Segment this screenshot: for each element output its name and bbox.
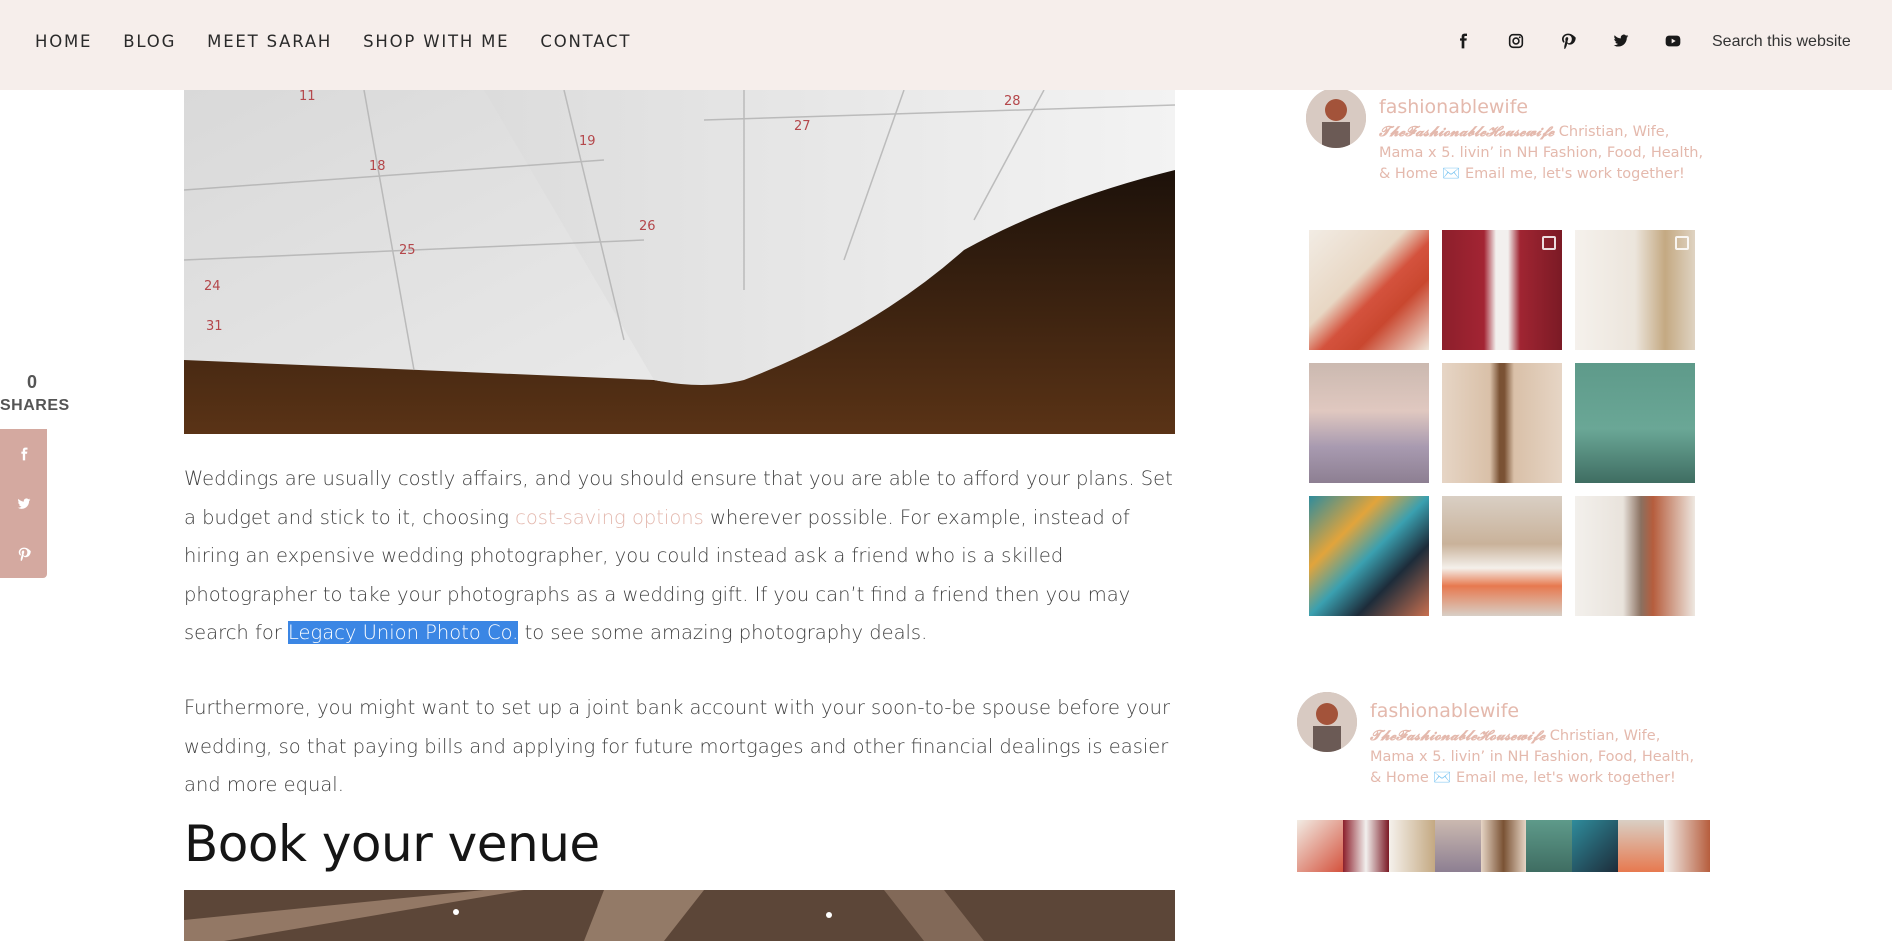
venue-image — [184, 890, 1175, 941]
facebook-icon[interactable] — [1437, 29, 1490, 53]
instagram-post[interactable] — [1342, 820, 1389, 872]
article-paragraph-bank-account: Furthermore, you might want to set up a … — [184, 696, 1171, 796]
pinterest-icon — [18, 547, 31, 561]
nav-meet-sarah[interactable]: MEET SARAH — [207, 32, 332, 51]
share-pinterest-button[interactable] — [0, 529, 47, 578]
instagram-post[interactable] — [1572, 820, 1619, 872]
share-facebook-button[interactable] — [0, 429, 47, 479]
nav-shop-with-me[interactable]: SHOP WITH ME — [363, 32, 509, 51]
section-heading: Book your venue — [184, 815, 600, 873]
instagram-post[interactable] — [1575, 363, 1695, 483]
svg-text:18: 18 — [369, 159, 386, 174]
avatar[interactable] — [1297, 692, 1357, 752]
nav-blog[interactable]: BLOG — [123, 32, 176, 51]
instagram-username[interactable]: fashionablewife — [1370, 700, 1700, 722]
multi-image-icon — [1542, 236, 1556, 250]
multi-image-icon — [1675, 236, 1689, 250]
instagram-icon[interactable] — [1490, 29, 1543, 53]
search-input[interactable]: Search this website — [1700, 24, 1850, 60]
instagram-post[interactable] — [1526, 820, 1573, 872]
article-paragraph-budget: Weddings are usually costly affairs, and… — [184, 460, 1180, 653]
paragraph-text: to see some amazing photography deals. — [518, 621, 928, 644]
twitter-icon — [17, 498, 30, 509]
instagram-post[interactable] — [1309, 496, 1429, 616]
share-twitter-button[interactable] — [0, 479, 47, 529]
nav-home[interactable]: HOME — [35, 32, 92, 51]
svg-text:28: 28 — [1004, 94, 1021, 109]
instagram-feed-strip — [1297, 820, 1711, 872]
instagram-post[interactable] — [1297, 820, 1343, 872]
instagram-post[interactable] — [1388, 820, 1435, 872]
instagram-post[interactable] — [1434, 820, 1481, 872]
avatar[interactable] — [1306, 88, 1366, 148]
instagram-post[interactable] — [1664, 820, 1711, 872]
nav-contact[interactable]: CONTACT — [540, 32, 631, 51]
svg-text:26: 26 — [639, 219, 656, 234]
instagram-post[interactable] — [1442, 230, 1562, 350]
instagram-profile-header: fashionablewife 𝓣𝓱𝓮𝓕𝓪𝓼𝓱𝓲𝓸𝓷𝓪𝓫𝓵𝓮𝓗𝓸𝓾𝓼𝓮𝔀𝓲𝓯𝓮 … — [1306, 88, 1709, 185]
instagram-post[interactable] — [1575, 230, 1695, 350]
svg-text:19: 19 — [579, 134, 596, 149]
instagram-post[interactable] — [1442, 363, 1562, 483]
instagram-profile-header: fashionablewife 𝓣𝓱𝓮𝓕𝓪𝓼𝓱𝓲𝓸𝓷𝓪𝓫𝓵𝓮𝓗𝓸𝓾𝓼𝓮𝔀𝓲𝓯𝓮 … — [1297, 692, 1700, 789]
site-header: HOME BLOG MEET SARAH SHOP WITH ME CONTAC… — [0, 0, 1892, 90]
svg-text:27: 27 — [794, 119, 811, 134]
share-label: SHARES — [0, 397, 70, 414]
bio-script-text: 𝓣𝓱𝓮𝓕𝓪𝓼𝓱𝓲𝓸𝓷𝓪𝓫𝓵𝓮𝓗𝓸𝓾𝓼𝓮𝔀𝓲𝓯𝓮 — [1370, 728, 1546, 744]
bio-script-text: 𝓣𝓱𝓮𝓕𝓪𝓼𝓱𝓲𝓸𝓷𝓪𝓫𝓵𝓮𝓗𝓸𝓾𝓼𝓮𝔀𝓲𝓯𝓮 — [1379, 124, 1555, 140]
main-nav: HOME BLOG MEET SARAH SHOP WITH ME CONTAC… — [35, 32, 662, 51]
instagram-post[interactable] — [1309, 363, 1429, 483]
instagram-feed-grid — [1309, 230, 1697, 616]
social-links — [1437, 29, 1700, 53]
instagram-bio: 𝓣𝓱𝓮𝓕𝓪𝓼𝓱𝓲𝓸𝓷𝓪𝓫𝓵𝓮𝓗𝓸𝓾𝓼𝓮𝔀𝓲𝓯𝓮 Christian, Wife,… — [1370, 726, 1700, 789]
selected-text[interactable]: Legacy Union Photo Co. — [287, 621, 519, 644]
svg-text:24: 24 — [204, 279, 221, 294]
youtube-icon[interactable] — [1647, 29, 1700, 53]
instagram-bio: 𝓣𝓱𝓮𝓕𝓪𝓼𝓱𝓲𝓸𝓷𝓪𝓫𝓵𝓮𝓗𝓸𝓾𝓼𝓮𝔀𝓲𝓯𝓮 Christian, Wife,… — [1379, 122, 1709, 185]
twitter-icon[interactable] — [1595, 29, 1648, 53]
instagram-post[interactable] — [1575, 496, 1695, 616]
svg-text:31: 31 — [206, 319, 223, 334]
instagram-post[interactable] — [1309, 230, 1429, 350]
instagram-post[interactable] — [1442, 496, 1562, 616]
calendar-hero-image: 11 18 25 24 31 19 27 28 26 — [184, 90, 1175, 434]
facebook-icon — [20, 447, 27, 461]
pinterest-icon[interactable] — [1542, 29, 1595, 53]
instagram-post[interactable] — [1480, 820, 1527, 872]
share-count: 0 — [26, 372, 37, 392]
svg-text:25: 25 — [399, 243, 416, 258]
instagram-username[interactable]: fashionablewife — [1379, 96, 1709, 118]
svg-text:11: 11 — [299, 90, 316, 104]
instagram-post[interactable] — [1618, 820, 1665, 872]
cost-saving-options-link[interactable]: cost-saving options — [515, 506, 704, 529]
share-counter: 0 SHARES — [0, 372, 70, 415]
